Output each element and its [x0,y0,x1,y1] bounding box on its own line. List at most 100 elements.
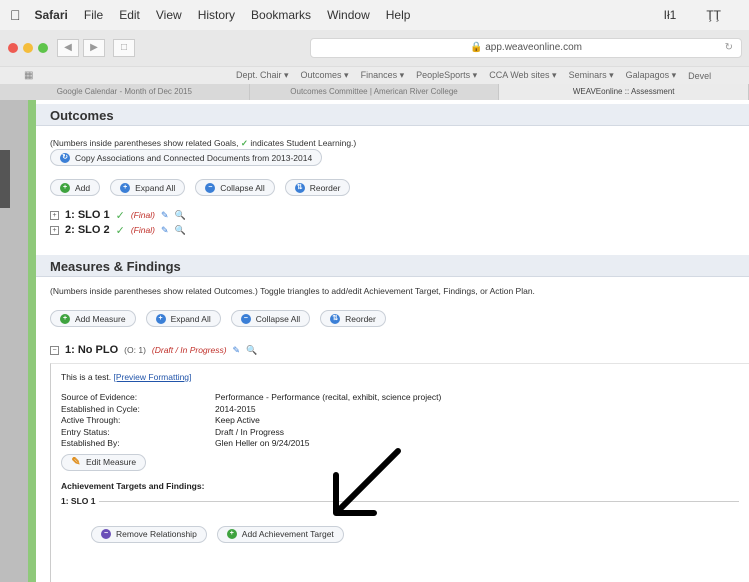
menu-help[interactable]: Help [386,8,411,22]
bookmark-outcomes[interactable]: Outcomes ▾ [301,70,349,81]
plus-icon: + [60,313,70,324]
sidebar-icon[interactable]: □ [113,39,135,57]
zoom-window-button[interactable] [38,43,48,53]
expand-all-outcomes-button[interactable]: + Expand All [110,179,186,196]
bookmark-seminars[interactable]: Seminars ▾ [569,70,614,81]
left-sidebar [0,100,36,582]
close-window-button[interactable] [8,43,18,53]
outcome-status: (Final) [130,210,155,220]
field-label: Established in Cycle: [61,403,140,414]
measures-note: (Numbers inside parentheses show related… [50,286,535,296]
edit-measure-label: Edit Measure [86,457,137,467]
menu-window[interactable]: Window [327,8,370,22]
collapse-all-outcomes-button[interactable]: − Collapse All [195,179,275,196]
bookmarks-bar: ▦ Dept. Chair ▾ Outcomes ▾ Finances ▾ Pe… [0,66,749,84]
expand-toggle-icon[interactable]: + [50,225,59,235]
measure-item-header[interactable]: − 1: No PLO (O: 1) (Draft / In Progress)… [36,343,271,357]
lock-icon: 🔒 [470,42,483,53]
status-icon-1[interactable]: Ił1 [664,8,677,22]
field-label: Source of Evidence: [61,392,138,402]
status-icon-2[interactable]: ŢŢ [706,8,721,22]
tab-outcomes-committee[interactable]: Outcomes Committee | American River Coll… [250,84,500,100]
remove-relationship-button[interactable]: − Remove Relationship [91,525,207,543]
pointer-arrow-icon [333,448,401,516]
collapse-all-label: Collapse All [255,313,301,324]
field-value: Keep Active [215,415,260,425]
tab-weaveonline[interactable]: WEAVEonline :: Assessment [499,84,749,100]
bookmark-devel[interactable]: Devel [688,71,711,81]
copy-associations-button[interactable]: ↻ Copy Associations and Connected Docume… [50,149,323,166]
measure-status: (Draft / In Progress) [151,345,227,355]
bookmark-galapagos[interactable]: Galapagos ▾ [626,70,677,81]
menu-view[interactable]: View [156,8,182,22]
add-measure-label: Add Measure [75,313,126,324]
reorder-icon: ⇅ [330,313,341,324]
copy-icon: ↻ [60,152,70,163]
measure-title: 1: No PLO [65,344,119,356]
menu-file[interactable]: File [84,8,103,22]
outcome-item-slo1[interactable]: + 1: SLO 1 ✓ (Final) ✎ 🔍 [36,208,200,222]
check-icon: ✓ [115,209,125,222]
reload-icon[interactable]: ↻ [725,39,733,57]
url-text: app.weaveonline.com [485,42,582,53]
menu-safari[interactable]: Safari [35,8,68,22]
menu-history[interactable]: History [198,8,235,22]
tab-bar: Google Calendar - Month of Dec 2015 Outc… [0,84,749,100]
remove-relationship-label: Remove Relationship [116,529,197,539]
expand-all-measures-button[interactable]: + Expand All [145,310,221,327]
outcome-item-slo2[interactable]: + 2: SLO 2 ✓ (Final) ✎ 🔍 [36,223,200,237]
reorder-label: Reorder [309,182,341,193]
measure-description: This is a test. [61,372,112,382]
measure-ref: (O: 1) [124,345,146,355]
search-icon[interactable]: 🔍 [174,225,185,236]
collapse-toggle-icon[interactable]: − [50,345,59,355]
outcomes-note-prefix: (Numbers inside parentheses show related… [50,138,239,148]
reorder-outcomes-button[interactable]: ⇅ Reorder [284,179,351,196]
measures-actions: + Add Measure + Expand All − Collapse All ⇅… [36,310,400,327]
plus-icon: + [226,529,237,539]
bookmark-cca-web-sites[interactable]: CCA Web sites ▾ [489,70,556,81]
edit-measure-button[interactable]: ✎ Edit Measure [61,453,147,471]
edit-icon[interactable]: ✎ [161,210,169,221]
remove-icon: − [101,529,111,539]
collapse-icon: − [205,182,216,193]
top-sites-icon[interactable]: ▦ [24,70,33,81]
field-value: Glen Heller on 9/24/2015 [215,438,310,448]
expand-toggle-icon[interactable]: + [50,210,59,220]
add-achievement-target-label: Add Achievement Target [241,529,334,539]
add-achievement-target-button[interactable]: + Add Achievement Target [216,525,344,543]
search-icon[interactable]: 🔍 [174,210,185,221]
apple-logo-icon[interactable]:  [10,7,21,23]
reorder-label: Reorder [345,313,376,324]
reorder-measures-button[interactable]: ⇅ Reorder [320,310,386,327]
outcomes-actions: + Add + Expand All − Collapse All ⇅ Reorder [36,179,364,196]
sidebar-handle [0,150,10,208]
add-measure-button[interactable]: + Add Measure [50,310,136,327]
edit-icon[interactable]: ✎ [233,345,241,356]
reorder-icon: ⇅ [294,182,305,193]
add-outcome-button[interactable]: + Add [50,179,101,196]
search-icon[interactable]: 🔍 [246,345,257,356]
outcome-label: 2: SLO 2 [65,224,110,236]
forward-icon[interactable]: ▶ [83,39,105,57]
check-icon: ✓ [240,138,249,148]
preview-formatting-link[interactable]: [Preview Formatting] [113,372,191,382]
collapse-all-measures-button[interactable]: − Collapse All [230,310,311,327]
minimize-window-button[interactable] [23,43,33,53]
measures-heading: Measures & Findings [36,255,749,277]
bookmark-dept-chair[interactable]: Dept. Chair ▾ [236,70,289,81]
bookmark-peoplesports[interactable]: PeopleSports ▾ [416,70,477,81]
expand-icon: + [120,182,131,193]
menu-edit[interactable]: Edit [119,8,140,22]
edit-icon[interactable]: ✎ [161,225,169,236]
outcomes-note: (Numbers inside parentheses show related… [36,138,370,149]
address-bar[interactable]: 🔒 app.weaveonline.com ↻ [310,38,742,58]
back-icon[interactable]: ◀ [57,39,79,57]
tab-google-calendar[interactable]: Google Calendar - Month of Dec 2015 [0,84,250,100]
copy-associations-label: Copy Associations and Connected Document… [75,152,313,163]
sidebar-accent-stripe [28,100,36,582]
menu-bookmarks[interactable]: Bookmarks [251,8,311,22]
bookmark-finances[interactable]: Finances ▾ [361,70,405,81]
field-label: Entry Status: [61,426,110,437]
expand-all-label: Expand All [170,313,211,324]
